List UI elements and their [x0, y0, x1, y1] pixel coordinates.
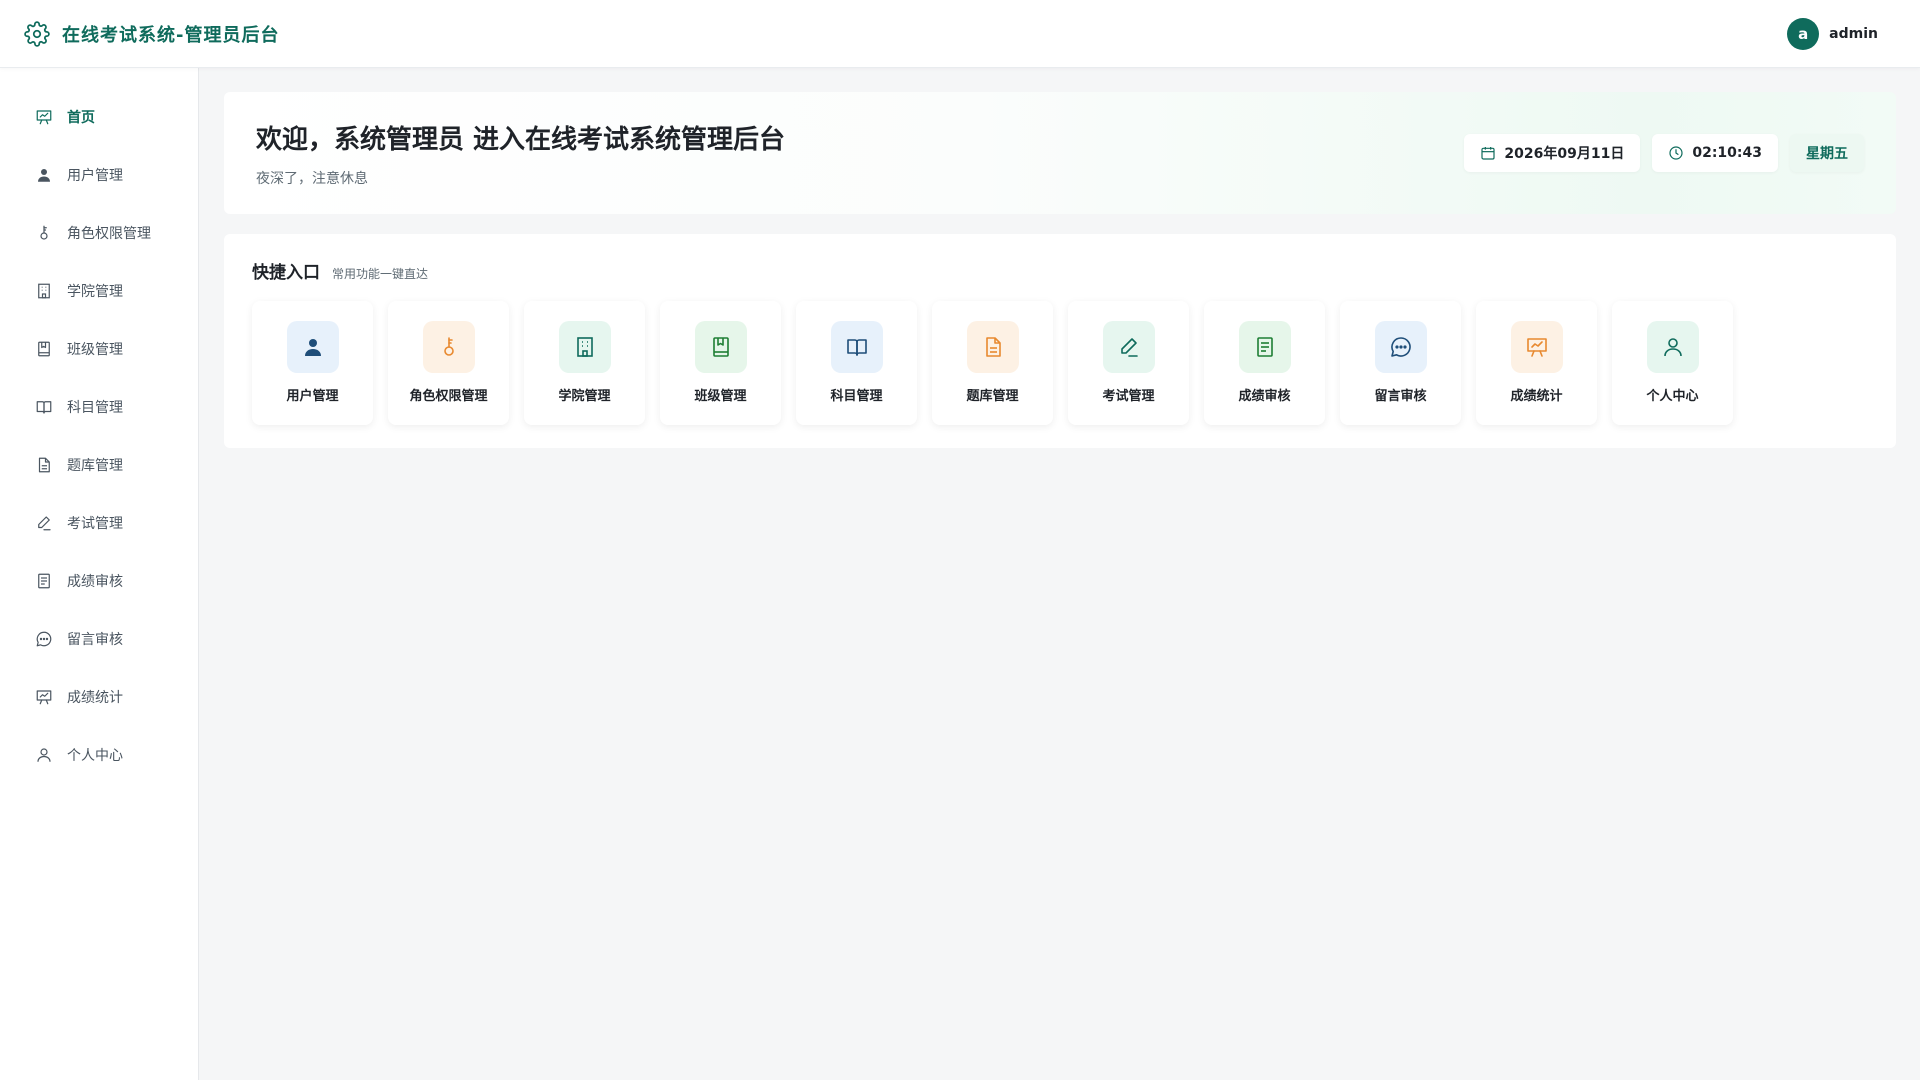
user-outline-icon — [35, 746, 53, 764]
brand[interactable]: 在线考试系统-管理员后台 — [24, 20, 280, 47]
sidebar-item-label: 学院管理 — [67, 284, 123, 300]
presentation-chart-icon — [35, 108, 53, 126]
quick-card-subjects[interactable]: 科目管理 — [796, 301, 917, 425]
quick-card-label: 成绩审核 — [1238, 389, 1291, 404]
quick-access-header: 快捷入口 常用功能一键直达 — [252, 258, 1868, 283]
sidebar-item-message-review[interactable]: 留言审核 — [0, 610, 198, 668]
app-title: 在线考试系统-管理员后台 — [62, 24, 280, 46]
sidebar-item-label: 留言审核 — [67, 632, 123, 648]
bookmark-book-icon — [694, 321, 747, 373]
date-text: 2026年09月11日 — [1504, 146, 1625, 162]
sidebar-item-label: 科目管理 — [67, 400, 123, 416]
sidebar-item-score-stats[interactable]: 成绩统计 — [0, 668, 198, 726]
avatar[interactable]: a — [1787, 17, 1820, 50]
sidebar-item-home[interactable]: 首页 — [0, 88, 198, 146]
weekday-text: 星期五 — [1806, 146, 1848, 162]
username[interactable]: admin — [1829, 26, 1878, 42]
clock-icon — [1668, 145, 1684, 161]
sidebar-item-label: 题库管理 — [67, 458, 123, 474]
sidebar-item-profile[interactable]: 个人中心 — [0, 726, 198, 784]
quick-card-label: 科目管理 — [830, 389, 883, 404]
user-menu[interactable]: a admin — [1787, 17, 1896, 50]
sidebar-item-label: 班级管理 — [67, 342, 123, 358]
sidebar-item-exams[interactable]: 考试管理 — [0, 494, 198, 552]
sidebar-item-label: 成绩统计 — [67, 690, 123, 706]
presentation-chart-icon — [35, 688, 53, 706]
quick-card-label: 个人中心 — [1646, 389, 1699, 404]
sidebar-item-label: 用户管理 — [67, 168, 123, 184]
quick-card-profile[interactable]: 个人中心 — [1612, 301, 1733, 425]
key-icon — [422, 321, 475, 373]
sidebar: 首页 用户管理 角色权限管理 学院管理 班级管理 科目管理 题库管理 考试管理 … — [0, 68, 199, 1080]
quick-card-score-stats[interactable]: 成绩统计 — [1476, 301, 1597, 425]
chat-bubble-icon — [35, 630, 53, 648]
pen-icon — [1102, 321, 1155, 373]
quick-card-users[interactable]: 用户管理 — [252, 301, 373, 425]
user-filled-icon — [286, 321, 339, 373]
welcome-title: 欢迎，系统管理员 进入在线考试系统管理后台 — [256, 124, 786, 155]
sidebar-item-label: 成绩审核 — [67, 574, 123, 590]
sidebar-item-label: 角色权限管理 — [67, 226, 151, 242]
calendar-icon — [1480, 145, 1496, 161]
quick-card-label: 考试管理 — [1102, 389, 1155, 404]
quick-card-classes[interactable]: 班级管理 — [660, 301, 781, 425]
quick-card-label: 学院管理 — [558, 389, 611, 404]
user-outline-icon — [1646, 321, 1699, 373]
quick-card-question-bank[interactable]: 题库管理 — [932, 301, 1053, 425]
sidebar-item-colleges[interactable]: 学院管理 — [0, 262, 198, 320]
pen-icon — [35, 514, 53, 532]
time-chip: 02:10:43 — [1652, 134, 1778, 172]
document-icon — [35, 456, 53, 474]
weekday-chip: 星期五 — [1790, 134, 1864, 172]
gear-icon — [24, 20, 50, 47]
quick-card-label: 角色权限管理 — [409, 389, 488, 404]
document-icon — [966, 321, 1019, 373]
chat-bubble-icon — [1374, 321, 1427, 373]
main-content: 欢迎，系统管理员 进入在线考试系统管理后台 夜深了，注意休息 2026年09月1… — [224, 92, 1896, 448]
sidebar-item-users[interactable]: 用户管理 — [0, 146, 198, 204]
quick-access-subtitle: 常用功能一键直达 — [332, 267, 429, 281]
sidebar-item-label: 首页 — [67, 110, 95, 126]
list-document-icon — [1238, 321, 1291, 373]
quick-card-exams[interactable]: 考试管理 — [1068, 301, 1189, 425]
presentation-chart-icon — [1510, 321, 1563, 373]
quick-card-score-review[interactable]: 成绩审核 — [1204, 301, 1325, 425]
key-icon — [35, 224, 53, 242]
welcome-banner: 欢迎，系统管理员 进入在线考试系统管理后台 夜深了，注意休息 2026年09月1… — [224, 92, 1896, 214]
time-text: 02:10:43 — [1692, 145, 1762, 161]
welcome-text: 欢迎，系统管理员 进入在线考试系统管理后台 夜深了，注意休息 — [256, 119, 785, 188]
open-book-icon — [35, 398, 53, 416]
quick-card-label: 留言审核 — [1374, 389, 1427, 404]
sidebar-item-question-bank[interactable]: 题库管理 — [0, 436, 198, 494]
quick-card-label: 班级管理 — [694, 389, 747, 404]
sidebar-item-roles[interactable]: 角色权限管理 — [0, 204, 198, 262]
quick-access-cards: 用户管理 角色权限管理 学院管理 班级管理 科目管理 题库管理 考试管理 成绩审… — [252, 301, 1868, 425]
quick-card-label: 题库管理 — [966, 389, 1019, 404]
quick-card-label: 用户管理 — [286, 389, 339, 404]
building-icon — [35, 282, 53, 300]
welcome-subtitle: 夜深了，注意休息 — [256, 170, 368, 187]
sidebar-item-label: 考试管理 — [67, 516, 123, 532]
date-chip: 2026年09月11日 — [1464, 134, 1641, 172]
open-book-icon — [830, 321, 883, 373]
sidebar-item-label: 个人中心 — [67, 748, 123, 764]
quick-access-title: 快捷入口 — [252, 263, 320, 283]
sidebar-item-classes[interactable]: 班级管理 — [0, 320, 198, 378]
sidebar-item-score-review[interactable]: 成绩审核 — [0, 552, 198, 610]
quick-card-roles[interactable]: 角色权限管理 — [388, 301, 509, 425]
datetime-chips: 2026年09月11日 02:10:43 星期五 — [1464, 134, 1864, 172]
top-bar: 在线考试系统-管理员后台 a admin — [0, 0, 1920, 68]
quick-card-message-review[interactable]: 留言审核 — [1340, 301, 1461, 425]
bookmark-book-icon — [35, 340, 53, 358]
quick-card-colleges[interactable]: 学院管理 — [524, 301, 645, 425]
list-document-icon — [35, 572, 53, 590]
quick-card-label: 成绩统计 — [1510, 389, 1563, 404]
sidebar-item-subjects[interactable]: 科目管理 — [0, 378, 198, 436]
quick-access-panel: 快捷入口 常用功能一键直达 用户管理 角色权限管理 学院管理 班级管理 科目管理… — [224, 234, 1896, 448]
user-filled-icon — [35, 166, 53, 184]
building-icon — [558, 321, 611, 373]
